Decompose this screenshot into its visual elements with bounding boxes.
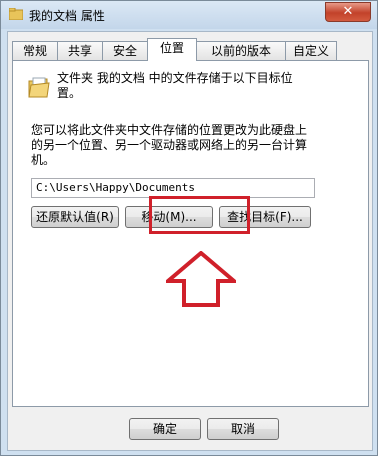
info-text-line3: 机。	[31, 153, 56, 167]
folder-path-input[interactable]: C:\Users\Happy\Documents	[31, 178, 315, 198]
tab-security[interactable]: 安全	[102, 41, 148, 60]
cancel-button[interactable]: 取消	[207, 418, 279, 440]
window-title: 我的文档 属性	[29, 9, 105, 23]
tab-sharing[interactable]: 共享	[57, 41, 103, 60]
ok-button[interactable]: 确定	[129, 418, 201, 440]
tab-customize[interactable]: 自定义	[285, 41, 337, 60]
close-button[interactable]: ✕	[325, 2, 371, 22]
up-arrow-icon	[166, 251, 236, 307]
info-text-line2: 的另一个位置、另一个驱动器或网络上的另一台计算	[31, 138, 308, 152]
dialog-body: 常规 共享 安全 位置 以前的版本 自定义 文件夹 我的文档 中的文件存储于以下…	[7, 31, 373, 451]
info-text-line1: 您可以将此文件夹中文件存储的位置更改为此硬盘上	[31, 123, 308, 137]
tab-general[interactable]: 常规	[12, 41, 58, 60]
move-button-highlight-box	[149, 196, 250, 234]
restore-default-button[interactable]: 还原默认值(R)	[31, 206, 119, 228]
title-bar[interactable]: 我的文档 属性 ✕	[1, 1, 377, 29]
tab-location[interactable]: 位置	[147, 38, 197, 61]
location-description-line2: 置。	[57, 86, 82, 100]
documents-folder-icon	[28, 77, 50, 98]
location-description-line1: 文件夹 我的文档 中的文件存储于以下目标位	[57, 71, 293, 85]
folder-icon	[9, 8, 23, 20]
tab-previous-versions[interactable]: 以前的版本	[196, 41, 286, 60]
